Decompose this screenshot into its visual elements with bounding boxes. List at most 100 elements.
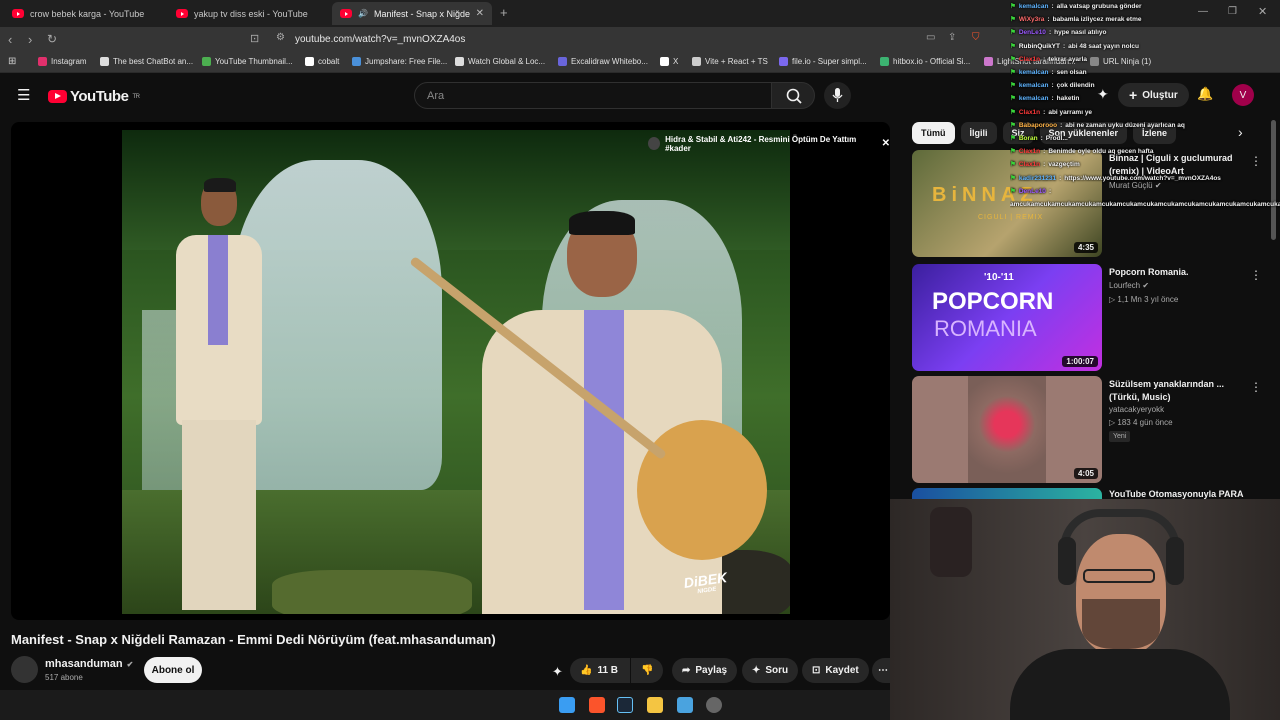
overlay-close-icon[interactable]: ✕ xyxy=(882,138,890,149)
overlay-channel-avatar xyxy=(648,137,661,150)
chat-text: vazgeçtim xyxy=(1048,161,1080,169)
chip-related[interactable]: İlgili xyxy=(960,122,997,144)
thumbnail-icon xyxy=(202,57,211,66)
chat-message: ⚑ DenLe10: xyxy=(1010,185,1280,198)
channel-avatar[interactable] xyxy=(11,656,38,683)
video-frame xyxy=(122,130,790,614)
chat-username: kemalcan xyxy=(1018,95,1049,103)
video-player[interactable]: Hidra & Stabil & Ati242 - Resmini Öptüm … xyxy=(11,122,890,620)
chip-all[interactable]: Tümü xyxy=(912,122,955,144)
bookmark-item[interactable]: Vite + React + TS xyxy=(692,57,768,66)
site-info-icon[interactable]: ⚙ xyxy=(276,32,285,43)
chat-badge-icon: ⚑ xyxy=(1010,135,1016,143)
hype-icon[interactable]: ✦ xyxy=(552,664,563,680)
streamer-shirt xyxy=(1010,649,1230,720)
hamburger-menu-icon[interactable]: ☰ xyxy=(17,86,30,104)
close-tab-icon[interactable]: ✕ xyxy=(476,8,484,19)
recommendation-meta: ▷ 183 4 gün önce xyxy=(1109,418,1173,427)
cast-icon[interactable]: ▭ xyxy=(926,32,935,43)
obs-icon[interactable] xyxy=(706,697,722,713)
chat-message: ⚑ Babaporooo: abi ne zaman uyku düzeni aya… xyxy=(1010,119,1280,132)
chat-message: amcukamcukamcukamcukamcukamcukamcukamcuk… xyxy=(1010,198,1280,211)
apps-grid-icon[interactable]: ⊞ xyxy=(8,56,16,67)
duration-badge: 4:05 xyxy=(1073,468,1098,479)
bookmark-icon[interactable]: ⊡ xyxy=(250,32,259,45)
chat-text: https://www.youtube.com/watch?v=_mvnOXZA… xyxy=(1064,174,1221,182)
chat-badge-icon: ⚑ xyxy=(1010,148,1016,156)
fileio-icon xyxy=(779,57,788,66)
bookmark-item[interactable]: Watch Global & Loc... xyxy=(455,57,545,66)
recommendation-title: Süzülsem yanaklarından ... (Türkü, Music… xyxy=(1109,379,1225,402)
voice-search-button[interactable] xyxy=(824,82,851,109)
more-actions-button[interactable]: ⋯ xyxy=(872,658,890,683)
chat-text: Benimde oyle oldu aq gecen hafta xyxy=(1048,148,1154,156)
chat-badge-icon: ⚑ xyxy=(1010,42,1016,50)
bookmark-item[interactable]: cobalt xyxy=(305,57,339,66)
brave-shield-icon[interactable]: ⛉ xyxy=(972,32,980,43)
steam-icon[interactable] xyxy=(617,697,633,713)
youtube-logo[interactable]: YouTube TR xyxy=(48,88,140,105)
chat-badge-icon: ⚑ xyxy=(1010,108,1016,116)
bookmark-item[interactable]: Instagram xyxy=(38,57,87,66)
share-button[interactable]: ➦ Paylaş xyxy=(672,658,738,683)
dislike-button[interactable]: 👎 xyxy=(631,658,663,683)
save-bookmark-icon: ⊡ xyxy=(812,665,821,676)
browser-tab-active[interactable]: 🔊 Manifest - Snap x Niğdeli Ra ✕ xyxy=(332,2,492,25)
more-icon: ⋯ xyxy=(878,665,888,676)
bookmark-item[interactable]: Jumpshare: Free File... xyxy=(352,57,447,66)
search-input[interactable]: Ara xyxy=(414,82,772,109)
chat-text: amcukamcukamcukamcukamcukamcukamcukamcuk… xyxy=(1010,201,1280,209)
chat-message: ⚑ Boran: Prodl... xyxy=(1010,132,1280,145)
url-field[interactable]: youtube.com/watch?v=_mvnOXZA4os xyxy=(295,34,465,45)
recommendation-item[interactable]: '10-'11 POPCORN ROMANIA 1:00:07 Popcorn … xyxy=(912,264,1272,374)
chat-username: DenLe10 xyxy=(1018,29,1046,37)
chat-message: ⚑ kadir231231: https://www.youtube.com/wat… xyxy=(1010,172,1280,185)
search-button[interactable] xyxy=(771,82,815,109)
bookmark-item[interactable]: YouTube Thumbnail... xyxy=(202,57,293,66)
bookmark-item[interactable]: hitbox.io - Official Si... xyxy=(880,57,970,66)
chat-text: alla vatsap grubuna gönder xyxy=(1056,3,1142,10)
kebab-menu-icon[interactable]: ⋮ xyxy=(1250,380,1262,394)
chat-username: DenLe10 xyxy=(1018,187,1046,195)
video-overlay-title[interactable]: Hidra & Stabil & Ati242 - Resmini Öptüm … xyxy=(648,135,890,153)
chat-badge-icon: ⚑ xyxy=(1010,29,1016,37)
reload-icon[interactable]: ↻ xyxy=(47,32,57,46)
brave-browser-icon[interactable] xyxy=(589,697,605,713)
ask-button[interactable]: ✦ Soru xyxy=(742,658,799,683)
video-thumbnail: '10-'11 POPCORN ROMANIA 1:00:07 xyxy=(912,264,1102,371)
glasses xyxy=(1083,569,1155,583)
bookmark-item[interactable]: X xyxy=(660,57,678,66)
recommendation-item[interactable]: 4:05 Süzülsem yanaklarından ... (Türkü, … xyxy=(912,376,1272,486)
chatbot-icon xyxy=(100,57,109,66)
photos-icon[interactable] xyxy=(677,697,693,713)
subscribe-button[interactable]: Abone ol xyxy=(144,657,202,683)
recommendation-meta: ▷ 1,1 Mn 3 yıl önce xyxy=(1109,295,1179,304)
bookmark-item[interactable]: Excalidraw Whitebo... xyxy=(558,57,648,66)
windows-start-icon[interactable] xyxy=(559,697,575,713)
microphone-icon xyxy=(832,88,843,102)
share-icon[interactable]: ⇪ xyxy=(948,32,956,43)
forward-icon[interactable]: › xyxy=(28,32,32,47)
bookmark-item[interactable]: The best ChatBot an... xyxy=(100,57,193,66)
tab-title: Manifest - Snap x Niğdeli Ra xyxy=(373,8,470,19)
chat-message: ⚑ WiXy3ra: babamla izliycez merak etme xyxy=(1010,13,1280,26)
chat-message: ⚑ DenLe10: hype nasıl atılıyo xyxy=(1010,26,1280,39)
cobalt-icon xyxy=(305,57,314,66)
browser-tab[interactable]: crow bebek karga - YouTube xyxy=(4,2,166,25)
chat-message: ⚑ Clax1n: abi yarramı ye xyxy=(1010,106,1280,119)
new-badge: Yeni xyxy=(1109,431,1131,442)
new-tab-button[interactable]: + xyxy=(500,5,508,20)
channel-name[interactable]: mhasanduman ✔ xyxy=(45,658,133,670)
browser-tab[interactable]: yakup tv diss eski - YouTube xyxy=(168,2,330,25)
chat-badge-icon: ⚑ xyxy=(1010,3,1016,10)
like-button[interactable]: 👍 11 B xyxy=(570,658,630,683)
save-button[interactable]: ⊡ Kaydet xyxy=(802,658,869,683)
x-icon xyxy=(660,57,669,66)
file-explorer-icon[interactable] xyxy=(647,697,663,713)
chat-username: Clax1n xyxy=(1018,161,1041,169)
tab-title: crow bebek karga - YouTube xyxy=(30,8,145,19)
bookmark-item[interactable]: file.io - Super simpl... xyxy=(779,57,867,66)
kebab-menu-icon[interactable]: ⋮ xyxy=(1250,268,1262,282)
back-icon[interactable]: ‹ xyxy=(8,32,12,47)
chat-text: haketin xyxy=(1056,95,1080,103)
